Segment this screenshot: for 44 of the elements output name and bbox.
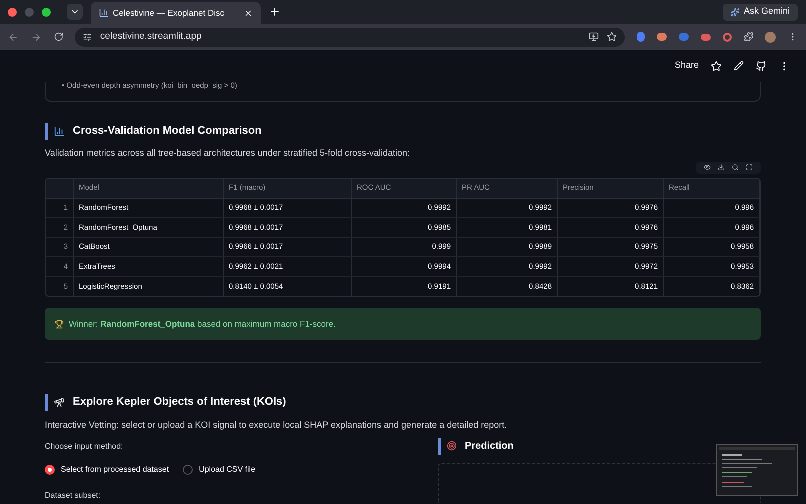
field-label: Dataset subset: bbox=[45, 490, 102, 502]
close-icon[interactable] bbox=[244, 8, 253, 18]
edit-icon[interactable] bbox=[734, 61, 744, 71]
search-icon[interactable] bbox=[732, 164, 739, 171]
share-button[interactable]: Share bbox=[674, 59, 699, 73]
section-intro: Validation metrics across all tree-based architectures under stratified 5-fold cross-validation: bbox=[45, 147, 411, 160]
ask-button[interactable]: Ask Gemini bbox=[722, 4, 798, 20]
extension-icon[interactable] bbox=[722, 32, 732, 42]
section-heading: Cross-Validation Model Comparison bbox=[73, 124, 262, 140]
target-icon bbox=[447, 441, 457, 451]
visibility-icon[interactable] bbox=[704, 164, 711, 171]
winner-text: Winner: RandomForest_Optuna based on maximum macro F1-score. bbox=[69, 318, 336, 330]
reload-icon[interactable] bbox=[54, 32, 64, 42]
github-icon[interactable] bbox=[756, 60, 767, 72]
address-field[interactable]: celestivine.streamlit.app bbox=[75, 28, 626, 46]
new-tab-icon[interactable] bbox=[269, 6, 281, 18]
radio-option[interactable]: Upload CSV file bbox=[183, 464, 256, 476]
screenshot-thumbnail[interactable] bbox=[716, 444, 798, 496]
sparkle-icon bbox=[730, 8, 740, 16]
extension-icon[interactable] bbox=[637, 32, 646, 42]
section-intro: Interactive Vetting: select or upload a KOI signal to execute local SHAP explanations and generate a detailed report. bbox=[45, 419, 508, 432]
bookmark-icon[interactable] bbox=[607, 32, 618, 42]
extension-icon[interactable] bbox=[657, 33, 668, 41]
bar-chart-icon bbox=[54, 126, 65, 137]
fullscreen-icon[interactable] bbox=[746, 164, 753, 171]
extension-icon[interactable] bbox=[700, 34, 711, 40]
site-settings-icon bbox=[83, 32, 92, 42]
telescope-icon bbox=[54, 397, 65, 408]
trophy-icon bbox=[55, 320, 64, 328]
section-heading: Explore Kepler Objects of Interest (KOIs) bbox=[73, 395, 286, 410]
chart-icon bbox=[99, 8, 109, 18]
tab-title: Celestivine — Exoplanet Disc bbox=[113, 6, 226, 20]
install-icon[interactable] bbox=[589, 32, 600, 42]
radio-option[interactable]: Select from processed dataset bbox=[45, 464, 170, 476]
browser-tab[interactable]: Celestivine — Exoplanet Disc bbox=[91, 2, 261, 24]
url-text: celestivine.streamlit.app bbox=[100, 30, 202, 44]
profile-avatar[interactable] bbox=[765, 32, 776, 42]
extension-icon[interactable] bbox=[679, 33, 689, 41]
tab-list-button[interactable] bbox=[67, 4, 83, 20]
download-icon[interactable] bbox=[718, 164, 725, 171]
section-heading: Prediction bbox=[465, 440, 514, 454]
extensions-icon[interactable] bbox=[744, 32, 754, 42]
field-label: Choose input method: bbox=[45, 440, 124, 452]
star-icon[interactable] bbox=[711, 60, 722, 72]
